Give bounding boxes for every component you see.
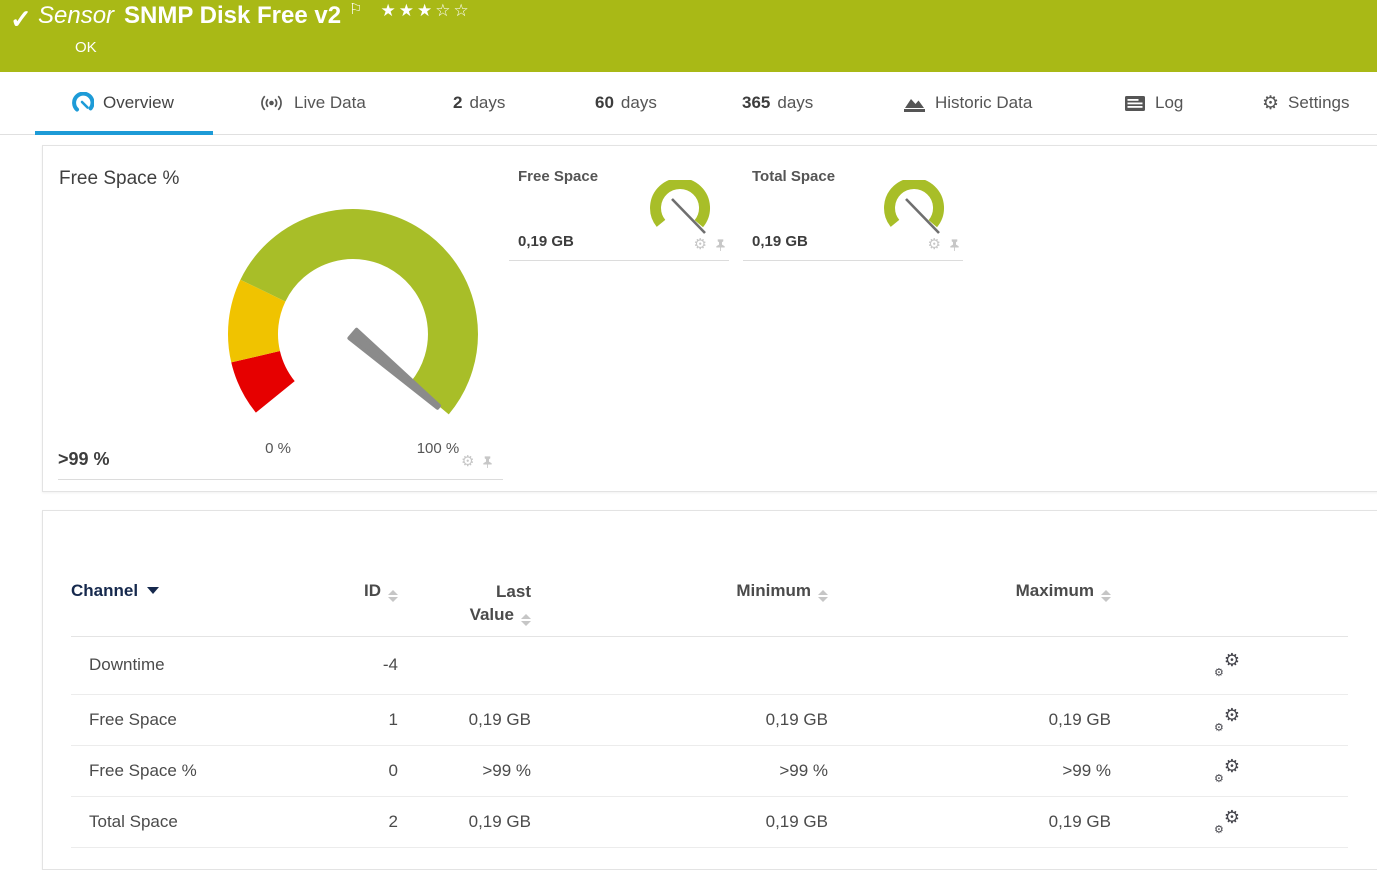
sensor-header: ✓ Sensor SNMP Disk Free v2 ⚐ ★★★☆☆ OK	[0, 0, 1377, 72]
stars-filled[interactable]: ★★★	[381, 1, 436, 20]
tile-actions: ⚙	[928, 237, 961, 252]
sensor-type-label: Sensor	[38, 2, 115, 29]
column-header-minimum[interactable]: Minimum	[531, 581, 828, 602]
tab-label: days	[777, 93, 814, 112]
tab-label: Log	[1155, 93, 1184, 112]
channels-panel: Channel ID Last Value Minimum Maximum Do…	[42, 510, 1377, 870]
tab-number: 2	[453, 93, 463, 112]
sort-arrows-icon	[388, 590, 398, 602]
channel-id: -4	[382, 655, 398, 675]
page-title: SNMP Disk Free v2	[124, 2, 342, 29]
channel-name: Free Space	[89, 709, 177, 729]
channel-id: 2	[388, 811, 398, 831]
column-header-maximum[interactable]: Maximum	[828, 581, 1111, 602]
tile-actions: ⚙	[694, 237, 727, 252]
channel-settings-gears-icon[interactable]: ⚙ ⚙	[1214, 807, 1240, 836]
tab-label: days	[469, 93, 506, 112]
table-row-free-space: Free Space 1 0,19 GB 0,19 GB 0,19 GB ⚙ ⚙	[71, 695, 1348, 746]
tab-label: Overview	[103, 93, 174, 112]
gauge-title: Free Space	[518, 168, 599, 185]
priority-stars[interactable]: ★★★☆☆	[381, 1, 472, 21]
sort-arrows-icon	[1101, 590, 1111, 602]
tab-label: days	[620, 93, 657, 112]
free-space-gauge	[650, 180, 711, 234]
channel-name: Total Space	[89, 811, 178, 831]
sorted-desc-icon	[147, 587, 160, 594]
channel-minimum: 0,19 GB	[765, 811, 828, 831]
tab-overview[interactable]: Overview	[72, 72, 174, 134]
channel-name: Downtime	[89, 655, 165, 675]
channel-maximum: 0,19 GB	[1048, 811, 1111, 831]
channel-maximum: >99 %	[1062, 760, 1111, 780]
tab-settings[interactable]: ⚙ Settings	[1262, 72, 1349, 134]
channel-minimum: >99 %	[779, 760, 828, 780]
channel-settings-gears-icon[interactable]: ⚙ ⚙	[1214, 705, 1240, 734]
column-header-last-value[interactable]: Last Value	[398, 581, 531, 627]
flag-icon[interactable]: ⚐	[349, 0, 362, 18]
tab-2-days[interactable]: 2 days	[453, 72, 505, 134]
gauge-title: Free Space %	[59, 168, 180, 189]
status-ok-check-icon: ✓	[10, 4, 32, 34]
channel-table: Channel ID Last Value Minimum Maximum Do…	[71, 581, 1348, 848]
total-space-gauge	[884, 180, 945, 234]
area-chart-icon	[903, 94, 926, 113]
pin-icon[interactable]	[714, 238, 727, 252]
tile-actions: ⚙	[461, 454, 494, 469]
tab-label: Live Data	[294, 93, 366, 112]
active-tab-underline	[35, 131, 213, 135]
column-header-channel[interactable]: Channel	[71, 581, 281, 601]
tab-number: 60	[595, 93, 614, 112]
gauges-panel: Free Space % 0 % 100 % >99 % ⚙ Free Spac…	[42, 145, 1377, 492]
channel-last-value: 0,19 GB	[468, 811, 531, 831]
tab-log[interactable]: Log	[1124, 72, 1183, 134]
free-space-pct-gauge	[228, 209, 478, 415]
gauge-title: Total Space	[752, 168, 836, 185]
tab-60-days[interactable]: 60 days	[595, 72, 657, 134]
tab-365-days[interactable]: 365 days	[742, 72, 813, 134]
gear-icon: ⚙	[1262, 92, 1280, 114]
column-header-id[interactable]: ID	[281, 581, 398, 602]
gear-icon[interactable]: ⚙	[694, 237, 707, 252]
channel-id: 1	[388, 709, 398, 729]
channel-id: 0	[388, 760, 398, 780]
tab-label: Settings	[1288, 93, 1350, 112]
sort-arrows-icon	[521, 613, 531, 626]
gauge-value: 0,19 GB	[518, 233, 574, 250]
channel-maximum: 0,19 GB	[1048, 709, 1111, 729]
sort-arrows-icon	[818, 590, 828, 602]
channel-settings-gears-icon[interactable]: ⚙ ⚙	[1214, 756, 1240, 785]
sensor-title-row: Sensor SNMP Disk Free v2 ⚐ ★★★☆☆	[38, 0, 472, 30]
gauge-tile-free-space: Free Space 0,19 GB ⚙	[509, 164, 729, 261]
tab-live-data[interactable]: Live Data	[258, 72, 366, 134]
gauge-value: >99 %	[58, 449, 110, 469]
table-row-free-space-pct: Free Space % 0 >99 % >99 % >99 % ⚙ ⚙	[71, 746, 1348, 797]
log-icon	[1124, 95, 1146, 112]
channel-settings-gears-icon[interactable]: ⚙ ⚙	[1214, 650, 1240, 679]
gauge-icon	[72, 92, 94, 114]
channel-minimum: 0,19 GB	[765, 709, 828, 729]
gauge-scale-min: 0 %	[265, 440, 291, 457]
gear-icon[interactable]: ⚙	[461, 454, 474, 469]
channel-last-value: >99 %	[482, 760, 531, 780]
stars-empty[interactable]: ☆☆	[435, 1, 471, 20]
gauge-tile-total-space: Total Space 0,19 GB ⚙	[743, 164, 963, 261]
channel-name: Free Space %	[89, 760, 197, 780]
status-badge: OK	[75, 39, 97, 56]
tab-historic-data[interactable]: Historic Data	[903, 72, 1032, 134]
table-row-downtime: Downtime -4 ⚙ ⚙	[71, 637, 1348, 695]
tab-label: Historic Data	[935, 93, 1033, 112]
table-row-total-space: Total Space 2 0,19 GB 0,19 GB 0,19 GB ⚙ ⚙	[71, 797, 1348, 848]
tile-divider	[58, 479, 503, 480]
broadcast-icon	[258, 93, 285, 113]
tab-number: 365	[742, 93, 771, 112]
pin-icon[interactable]	[948, 238, 961, 252]
channel-last-value: 0,19 GB	[468, 709, 531, 729]
tab-bar: Overview Live Data 2 days 60 days 365 da…	[0, 72, 1377, 135]
gear-icon[interactable]: ⚙	[928, 237, 941, 252]
table-header-row: Channel ID Last Value Minimum Maximum	[71, 581, 1348, 637]
pin-icon[interactable]	[481, 455, 494, 469]
gauge-value: 0,19 GB	[752, 233, 808, 250]
